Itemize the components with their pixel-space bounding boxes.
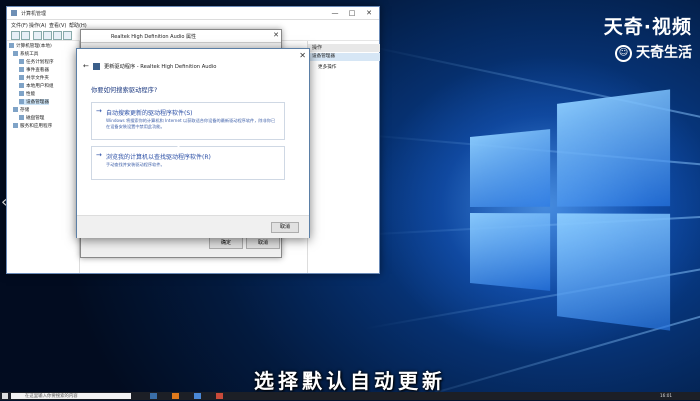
properties-ok-button[interactable]: 确定 (209, 237, 243, 249)
taskbar: 在这里输入你要搜索的内容 16:01 (0, 392, 700, 400)
windows-logo-pane (557, 213, 671, 331)
help-icon[interactable] (53, 31, 62, 40)
watermark: 天奇·视频 ☺ 天奇生活 (604, 12, 692, 62)
option-auto-search[interactable]: → 自动搜索更新的驱动程序软件(S) Windows 将搜索你的计算机和 Int… (91, 102, 285, 140)
update-question: 你要如何搜索驱动程序? (91, 87, 158, 94)
tianqi-logo-icon: ☺ (615, 44, 632, 62)
tree-item-storage[interactable]: 存储 (13, 107, 29, 113)
device-manager-icon (19, 99, 24, 104)
option-browse-computer[interactable]: → 浏览我的计算机以查找驱动程序软件(R) 手动查找并安装驱动程序软件。 (91, 146, 285, 180)
properties-icon[interactable] (43, 31, 52, 40)
option-auto-desc: Windows 将搜索你的计算机和 Internet 以获取适合你设备的最新驱动… (106, 118, 276, 129)
folder-icon (19, 75, 24, 80)
option-auto-title: 自动搜索更新的驱动程序软件(S) (106, 110, 193, 117)
back-icon[interactable] (11, 31, 20, 40)
tree-item-root[interactable]: 计算机管理(本地) (9, 43, 52, 49)
taskbar-app-icon[interactable] (150, 393, 157, 399)
properties-close-button[interactable]: ✕ (273, 31, 279, 39)
disk-icon (19, 115, 24, 120)
back-arrow-icon[interactable]: ← (83, 62, 89, 70)
properties-titlebar[interactable]: Realtek High Definition Audio 属性 ✕ (81, 30, 281, 43)
menu-view[interactable]: 查看(V) (49, 22, 66, 29)
taskbar-app-icon[interactable] (172, 393, 179, 399)
windows-logo-pane (470, 213, 551, 291)
tree-item-event-viewer[interactable]: 事件查看器 (19, 67, 49, 73)
arrow-right-icon: → (96, 107, 102, 115)
actions-more[interactable]: 更多操作 (318, 64, 336, 70)
computer-icon (9, 43, 14, 48)
console-tree-icon[interactable] (33, 31, 42, 40)
menu-file[interactable]: 文件(F) (11, 22, 28, 29)
show-action-pane-icon[interactable] (63, 31, 72, 40)
menu-bar: 文件(F) 操作(A) 查看(V) 帮助(H) (7, 20, 379, 29)
update-dialog-title: 更新驱动程序 - Realtek High Definition Audio (104, 64, 217, 70)
video-subtitle: 选择默认自动更新 (254, 369, 446, 393)
option-browse-desc: 手动查找并安装驱动程序软件。 (106, 162, 165, 167)
close-button[interactable]: ✕ (361, 8, 377, 18)
event-icon (19, 67, 24, 72)
tree-item-local-users[interactable]: 本地用户和组 (19, 83, 54, 89)
watermark-line1: 天奇·视频 (603, 16, 692, 38)
taskbar-app-icon[interactable] (216, 393, 223, 399)
actions-pane: 操作 设备管理器 更多操作 (307, 41, 380, 273)
users-icon (19, 83, 24, 88)
properties-title: Realtek High Definition Audio 属性 (111, 34, 196, 40)
window-title: 计算机管理 (21, 11, 47, 17)
actions-header: 操作 (308, 44, 380, 52)
update-close-button[interactable]: ✕ (299, 51, 306, 60)
start-button-icon[interactable] (2, 393, 8, 399)
option-browse-title: 浏览我的计算机以查找驱动程序软件(R) (106, 154, 211, 161)
tree-item-system-tools[interactable]: 系统工具 (13, 51, 38, 57)
taskbar-app-icon[interactable] (194, 393, 201, 399)
tree-item-performance[interactable]: 性能 (19, 91, 35, 97)
tools-icon (13, 51, 18, 56)
watermark-line2: ☺ 天奇生活 (604, 42, 692, 62)
windows-logo (470, 89, 671, 331)
services-icon (13, 123, 18, 128)
actions-device-manager[interactable]: 设备管理器 (308, 53, 380, 61)
clock-icon (19, 59, 24, 64)
taskbar-search-box[interactable]: 在这里输入你要搜索的内容 (11, 393, 131, 399)
window-titlebar[interactable]: 计算机管理 — □ ✕ (7, 7, 379, 20)
storage-icon (13, 107, 18, 112)
device-icon (93, 63, 100, 70)
properties-cancel-button[interactable]: 取消 (246, 237, 280, 249)
performance-icon (19, 91, 24, 96)
tree-item-shared-folders[interactable]: 共享文件夹 (19, 75, 49, 81)
computer-management-icon (11, 10, 17, 16)
update-driver-dialog: ✕ ← 更新驱动程序 - Realtek High Definition Aud… (76, 48, 310, 238)
chevron-left-icon[interactable]: ‹ (1, 192, 7, 211)
update-dialog-footer: 取消 (77, 215, 309, 238)
minimize-button[interactable]: — (327, 8, 343, 18)
windows-logo-pane (470, 129, 551, 207)
tree-item-device-manager[interactable]: 设备管理器 (19, 99, 49, 105)
arrow-right-icon: → (96, 151, 102, 159)
watermark-line2-text: 天奇生活 (636, 45, 692, 61)
tree-item-services-apps[interactable]: 服务和应用程序 (13, 123, 52, 129)
taskbar-clock: 16:01 (660, 393, 673, 398)
windows-logo-pane (557, 89, 671, 207)
tree-item-task-scheduler[interactable]: 任务计划程序 (19, 59, 54, 65)
menu-action[interactable]: 操作(A) (29, 22, 46, 29)
forward-icon[interactable] (21, 31, 30, 40)
update-cancel-button[interactable]: 取消 (271, 222, 299, 233)
maximize-button[interactable]: □ (344, 8, 360, 18)
tree-item-disk-management[interactable]: 磁盘管理 (19, 115, 44, 121)
console-tree: 计算机管理(本地) 系统工具 任务计划程序 事件查看器 共享文件夹 本地用户和组… (7, 41, 80, 273)
menu-help[interactable]: 帮助(H) (69, 22, 87, 29)
